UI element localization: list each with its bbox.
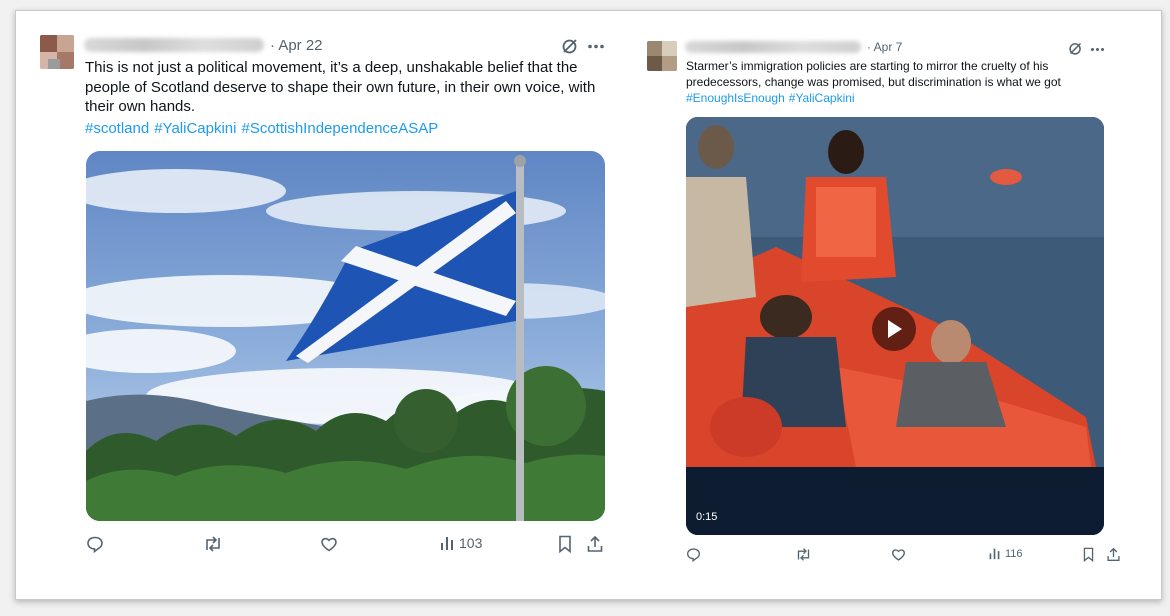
hashtags: #EnoughIsEnough #YaliCapkini (686, 91, 860, 105)
share-button[interactable] (586, 535, 604, 553)
action-bar: 103 (16, 535, 616, 557)
tweet-video[interactable]: 0:15 (686, 117, 1104, 535)
like-button[interactable] (891, 547, 906, 562)
retweet-icon (203, 535, 223, 553)
post-date[interactable]: · Apr 7 (867, 40, 902, 54)
hashtag-link[interactable]: #ScottishIndependenceASAP (241, 120, 438, 137)
retweet-button[interactable] (795, 547, 812, 562)
share-icon (586, 535, 604, 553)
video-duration: 0:15 (696, 511, 718, 523)
left-tweet[interactable]: · Apr 22 This is not just a political mo… (16, 11, 616, 599)
views-button[interactable]: 103 (439, 535, 482, 551)
blurred-username[interactable] (84, 38, 264, 52)
reply-icon (686, 547, 701, 562)
views-icon (988, 547, 1001, 560)
like-icon (891, 547, 906, 562)
action-bar: 116 (631, 547, 1161, 567)
views-count: 116 (1005, 547, 1023, 560)
screenshot-canvas: · Apr 22 This is not just a political mo… (15, 10, 1162, 600)
avatar[interactable] (40, 35, 74, 69)
more-icon[interactable] (587, 44, 605, 49)
views-button[interactable]: 116 (988, 547, 1023, 560)
views-count: 103 (459, 535, 483, 551)
avatar[interactable] (647, 41, 677, 71)
play-button[interactable] (872, 307, 916, 351)
views-icon (439, 535, 455, 551)
reply-button[interactable] (86, 535, 104, 553)
bookmark-button[interactable] (1082, 547, 1095, 562)
scotland-flag-photo (86, 151, 605, 521)
hashtag-link[interactable]: #EnoughIsEnough (686, 91, 785, 105)
share-button[interactable] (1106, 547, 1121, 562)
like-button[interactable] (320, 535, 338, 553)
reply-button[interactable] (686, 547, 701, 562)
more-icon[interactable] (1090, 47, 1105, 52)
share-icon (1106, 547, 1121, 562)
hashtag-link[interactable]: #YaliCapkini (789, 91, 855, 105)
grok-icon[interactable] (561, 37, 579, 55)
hashtags: #scotland #YaliCapkini #ScottishIndependen… (85, 120, 443, 137)
right-tweet[interactable]: · Apr 7 Starmer’s immigration policies a… (631, 11, 1161, 599)
tweet-image[interactable] (86, 151, 605, 521)
tweet-text: Starmer’s immigration policies are start… (686, 59, 1061, 89)
grok-icon[interactable] (1068, 41, 1083, 56)
bookmark-button[interactable] (557, 535, 573, 553)
bookmark-icon (557, 535, 573, 553)
retweet-button[interactable] (203, 535, 223, 553)
bookmark-icon (1082, 547, 1095, 562)
play-icon (887, 319, 903, 339)
hashtag-link[interactable]: #scotland (85, 120, 149, 137)
blurred-username[interactable] (685, 41, 861, 53)
hashtag-link[interactable]: #YaliCapkini (154, 120, 236, 137)
retweet-icon (795, 547, 812, 562)
like-icon (320, 535, 338, 553)
reply-icon (86, 535, 104, 553)
post-date[interactable]: · Apr 22 (270, 37, 323, 54)
tweet-text: This is not just a political movement, i… (85, 59, 596, 115)
